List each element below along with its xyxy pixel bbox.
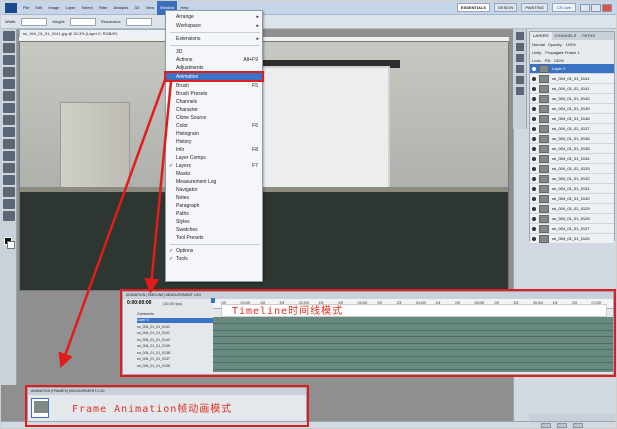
arrow-to-frames <box>58 76 168 369</box>
annotation-arrows <box>58 76 173 369</box>
photoshop-window: File Edit Image Layer Select Filter Anal… <box>0 0 617 429</box>
